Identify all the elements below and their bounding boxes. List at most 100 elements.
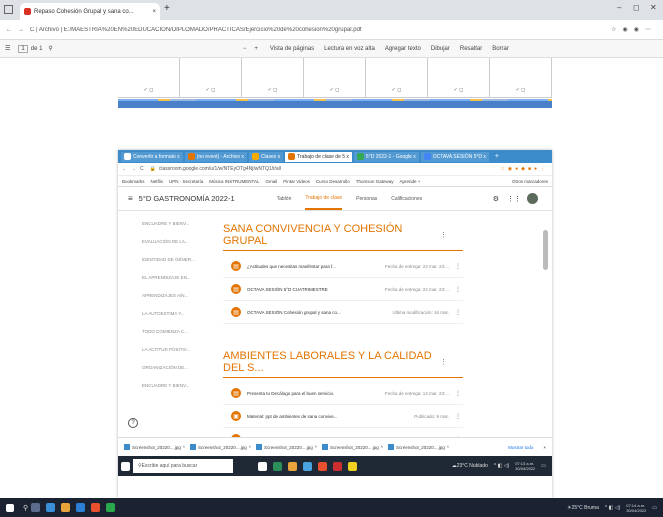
more-icon[interactable]: ⋮ [455,309,463,316]
sidebar-topic[interactable]: EL APRENDIZAJE EN... [142,268,202,286]
chrome-icon[interactable] [91,503,101,512]
new-tab-icon[interactable]: + [164,3,170,20]
sidebar-topic[interactable]: ORGANIZACIÓN DE... [142,358,202,376]
notifications-icon[interactable]: ▭ [541,463,546,469]
folder-icon[interactable] [61,503,71,512]
download-item[interactable]: Screenshot_20220....jpg ^ [388,444,450,450]
other-bookmarks[interactable]: Otros marcadores [512,179,548,184]
app-icon[interactable] [106,503,116,512]
sidebar-topic[interactable]: LA ACTITUD POSITIV... [142,340,202,358]
highlight-button[interactable]: Resaltar [460,46,482,52]
bookmark-item[interactable]: Bookmarks [122,179,145,184]
class-title[interactable]: 5°D GASTRONOMÍA 2022-1 [139,194,235,203]
folder-icon[interactable] [288,461,297,471]
download-item[interactable]: Screenshot_20220....jpg ^ [190,444,252,450]
chevron-up-icon[interactable]: ^ [447,445,449,450]
tray-icons[interactable]: ^ ◧ ◁) [605,505,620,511]
inner-tab-active[interactable]: Trabajo de clase de 5 x [285,151,352,162]
inner-taskbar-search[interactable]: ⚲ Escribe aquí para buscar [133,459,233,473]
minimize-icon[interactable]: – [617,3,621,12]
close-icon[interactable]: × [152,9,156,15]
apps-grid-icon[interactable]: ⋮⋮ [507,195,521,203]
close-icon[interactable]: × [543,445,546,450]
download-item[interactable]: Screenshot_20220....jpg ^ [256,444,318,450]
task-view-icon[interactable] [258,461,267,471]
nav-classwork[interactable]: Trabajo de clase [305,187,343,210]
forward-icon[interactable]: → [18,27,24,33]
search-icon[interactable]: ⚲ [48,45,52,52]
close-window-icon[interactable]: ✕ [650,3,657,12]
outer-url[interactable]: C | Archivo | E:/MAESTRÍA%20EN%20EDUCACI… [30,27,550,33]
inner-clock[interactable]: 07:13 a.m. 30/04/2022 [515,461,535,471]
erase-button[interactable]: Borrar [492,46,509,52]
topic-more-icon[interactable]: ⋮ [440,231,447,239]
bookmark-item[interactable]: Netflix [151,179,164,184]
edge-icon[interactable] [46,503,56,512]
bookmark-item[interactable]: Thomson Gateway [356,179,394,184]
search-icon[interactable]: ⚲ [23,504,28,512]
nav-stream[interactable]: Tablón [277,196,292,202]
help-icon[interactable]: ? [128,418,138,428]
assignment-row[interactable]: ▤ Presenta tu Decálogo para el buen serv… [223,382,463,405]
app-icon[interactable] [348,461,357,471]
inner-tab[interactable]: Convertir a formato x [121,151,183,162]
show-all-downloads[interactable]: Mostrar todo [508,445,533,450]
outer-tab[interactable]: Repaso Cohesión Grupal y sana co... × [20,3,160,20]
window-icon[interactable] [4,5,13,14]
clock[interactable]: 07:14 a.m. 30/04/2022 [626,503,646,513]
sidebar-topic[interactable]: TODO COMIENZA C... [142,322,202,340]
bookmark-item[interactable]: UPN · Secretaría [169,179,203,184]
bookmark-item[interactable]: Aprende + [399,179,420,184]
assignment-row[interactable]: ▤ OCTAVA SESIÓN Cohesión grupal y sana c… [223,301,463,324]
app-icon[interactable] [273,461,282,471]
windows-start-icon[interactable] [121,461,130,471]
tray-icons[interactable]: ^ ◧ ◁) [494,463,509,469]
nav-people[interactable]: Personas [356,196,377,202]
sidebar-topic[interactable]: APRENDIZAJES A/N... [142,286,202,304]
chevron-up-icon[interactable]: ^ [249,445,251,450]
settings-icon[interactable]: ⚙ [493,195,499,203]
nav-grades[interactable]: Calificaciones [391,196,422,202]
zoom-in-button[interactable]: + [254,46,258,52]
inner-tab[interactable]: Clases x [248,151,284,162]
avatar[interactable] [527,193,538,204]
download-item[interactable]: Screenshot_20220....jpg ^ [124,444,186,450]
bookmark-item[interactable]: Gmail [265,179,277,184]
more-icon[interactable]: ⋮ [455,263,463,270]
sidebar-topic[interactable]: IDENTIDAD DE GÉNER... [142,250,202,268]
zoom-out-button[interactable]: − [243,46,247,52]
new-tab-icon[interactable]: + [495,153,499,160]
page-view-button[interactable]: Vista de páginas [270,46,314,52]
menu-icon[interactable]: ☰ [5,45,10,52]
add-text-button[interactable]: Agregar texto [385,46,421,52]
acrobat-icon[interactable] [333,461,342,471]
sidebar-topic[interactable]: EVALUACIÓN DE LA... [142,232,202,250]
scrollbar-thumb[interactable] [543,230,548,270]
chevron-up-icon[interactable]: ^ [183,445,185,450]
notifications-icon[interactable]: ▭ [652,505,657,511]
more-icon[interactable]: ⋮ [455,390,463,397]
windows-start-icon[interactable] [6,503,14,512]
bookmark-item[interactable]: Curso Desarrollo [316,179,350,184]
inner-url[interactable]: classroom.google.com/u/1/w/NTEyOTg4NjIwN… [159,166,281,172]
assignment-row[interactable]: ▣ Material: ppt de ambientes de sana con… [223,405,463,428]
page-number-input[interactable]: 1 [18,44,28,53]
inner-tab[interactable]: (no event) - Archivo x [184,151,247,162]
inner-weather[interactable]: 23°C Nublado [457,463,488,469]
more-icon[interactable]: ⋮ [455,286,463,293]
back-icon[interactable]: ← [122,166,127,172]
topic-more-icon[interactable]: ⋮ [440,358,447,366]
edge-icon[interactable] [303,461,312,471]
chrome-icon[interactable] [318,461,327,471]
chevron-up-icon[interactable]: ^ [381,445,383,450]
browser-actions-icon[interactable]: ☆◉◉⋯ [611,26,657,33]
draw-button[interactable]: Dibujar [431,46,450,52]
more-icon[interactable]: ⋮ [455,413,463,420]
bookmark-item[interactable]: Música INSTRUMENTAL [209,179,259,184]
back-icon[interactable]: ← [6,27,12,33]
reload-icon[interactable]: C [140,166,144,172]
inner-tab[interactable]: 5°D 2022-1 - Google x [353,151,419,162]
maximize-icon[interactable]: ◻ [633,3,640,12]
forward-icon[interactable]: → [131,166,136,172]
sidebar-topic[interactable]: ENCUADRE Y BIENV... [142,214,202,232]
